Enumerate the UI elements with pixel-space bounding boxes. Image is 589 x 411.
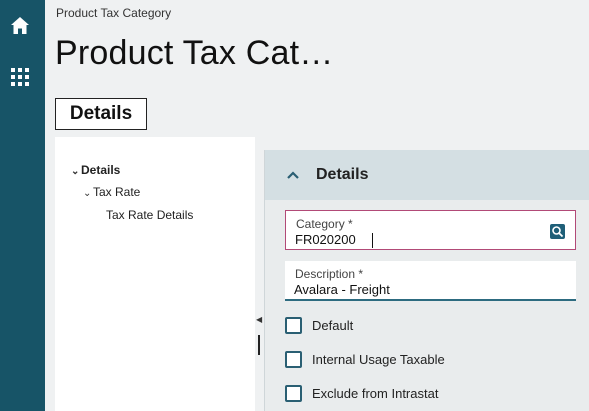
splitter-handle[interactable] <box>258 335 260 355</box>
description-label: Description * <box>295 267 364 281</box>
chevron-down-icon[interactable]: ⌄ <box>83 188 93 199</box>
category-field[interactable]: Category * <box>285 210 576 250</box>
page-title: Product Tax Cat… <box>55 34 334 72</box>
default-checkbox-row[interactable]: Default <box>285 317 353 334</box>
category-label: Category * <box>296 217 353 231</box>
internal-usage-taxable-checkbox[interactable] <box>285 351 302 368</box>
details-panel: Details Category * Description * Default… <box>264 150 589 411</box>
internal-usage-taxable-row[interactable]: Internal Usage Taxable <box>285 351 445 368</box>
nav-rail <box>0 0 45 411</box>
default-checkbox[interactable] <box>285 317 302 334</box>
exclude-intrastat-checkbox[interactable] <box>285 385 302 402</box>
chevron-up-icon[interactable] <box>285 167 301 183</box>
description-input[interactable] <box>294 282 534 297</box>
tree-item-details[interactable]: ⌄ Details <box>71 163 120 177</box>
breadcrumb[interactable]: Product Tax Category <box>56 6 171 20</box>
exclude-intrastat-row[interactable]: Exclude from Intrastat <box>285 385 438 402</box>
exclude-intrastat-label: Exclude from Intrastat <box>312 386 439 401</box>
tree-item-label: Details <box>81 163 121 177</box>
tree-panel: ⌄ Details ⌄ Tax Rate Tax Rate Details <box>55 137 255 411</box>
collapse-arrow-icon[interactable]: ◀ <box>256 315 262 324</box>
tab-details[interactable]: Details <box>55 98 147 130</box>
tree-item-tax-rate-details[interactable]: Tax Rate Details <box>106 208 193 222</box>
tree-item-tax-rate[interactable]: ⌄ Tax Rate <box>83 185 140 199</box>
tree-item-label: Tax Rate Details <box>106 208 194 222</box>
home-icon[interactable] <box>9 15 31 37</box>
internal-usage-taxable-label: Internal Usage Taxable <box>312 352 445 367</box>
section-title: Details <box>316 166 369 183</box>
description-field[interactable]: Description * <box>285 261 576 301</box>
details-section-header[interactable]: Details <box>265 150 589 200</box>
default-checkbox-label: Default <box>312 318 354 333</box>
lookup-search-icon[interactable] <box>550 224 565 239</box>
category-input[interactable] <box>295 232 535 247</box>
chevron-down-icon[interactable]: ⌄ <box>71 166 81 177</box>
text-cursor <box>372 233 373 248</box>
tree-item-label: Tax Rate <box>93 185 141 199</box>
apps-grid-icon[interactable] <box>11 68 29 86</box>
